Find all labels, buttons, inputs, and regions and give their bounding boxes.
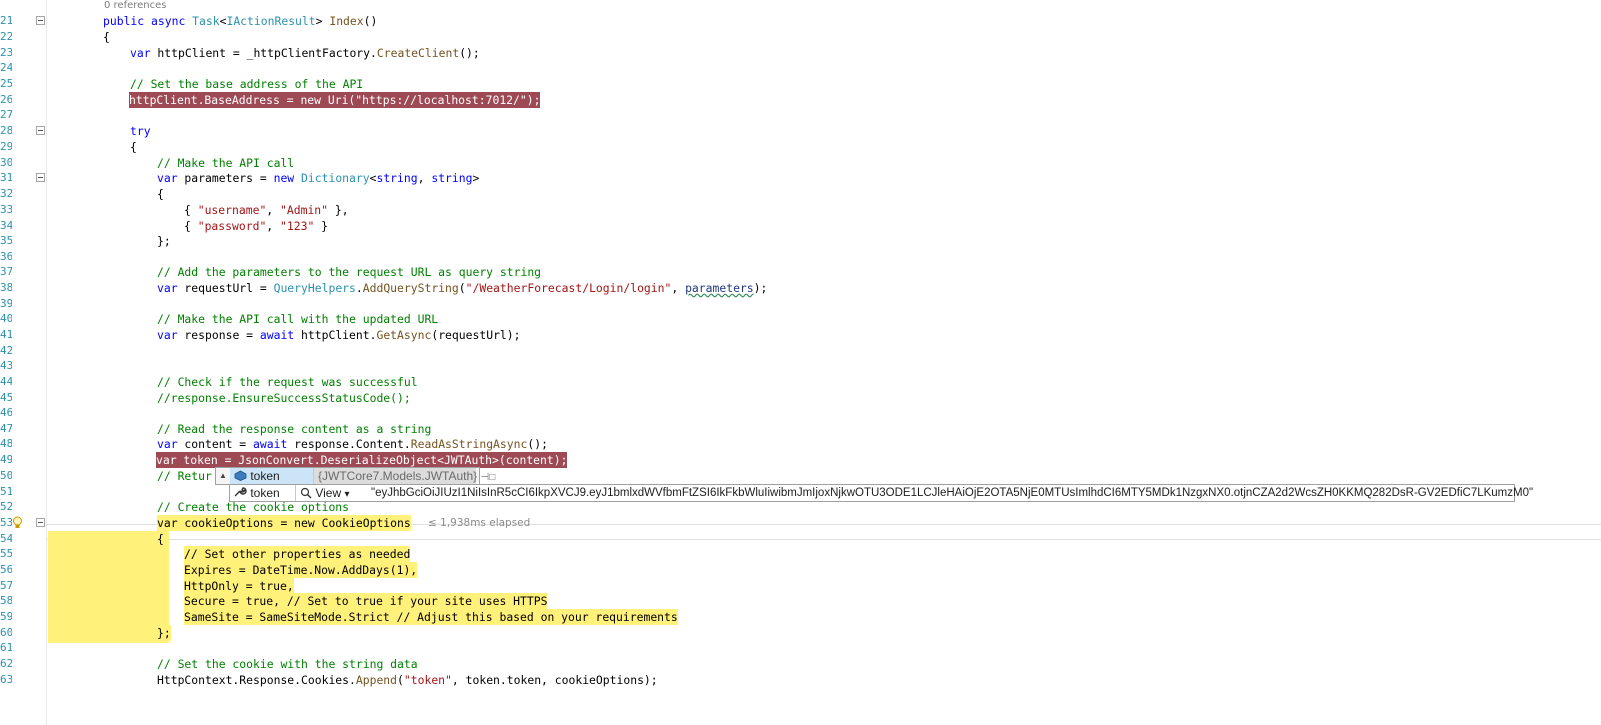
collapse-toggle[interactable]: [36, 126, 45, 135]
code-line-37: // Add the parameters to the request URL…: [157, 265, 542, 279]
code-line-52: var cookieOptions = new CookieOptions: [157, 515, 411, 531]
code-line-34: { "password", "123" }: [184, 219, 329, 233]
line-number: 36: [0, 250, 12, 263]
pin-icon[interactable]: ⊣□: [481, 472, 496, 483]
datatip-row-token-child[interactable]: token View ▾ "eyJhbGciOiJIUzI1NiIsInR5cC…: [229, 484, 1533, 502]
line-number: 56: [0, 563, 12, 576]
line-number: 45: [0, 391, 12, 404]
line-number: 59: [0, 610, 12, 623]
line-number: 46: [0, 406, 12, 419]
wrench-icon: [234, 487, 247, 497]
code-line-54: // Set other properties as needed: [184, 546, 411, 562]
object-icon: [234, 470, 247, 481]
line-number: 26: [0, 93, 12, 106]
chevron-down-icon[interactable]: ▾: [344, 489, 349, 500]
perf-tip-elapsed[interactable]: ≤ 1,938ms elapsed: [428, 517, 530, 529]
code-line-59: };: [157, 625, 171, 641]
code-line-25: // Set the base address of the API: [130, 77, 364, 91]
text-visualizer-view-button[interactable]: View ▾: [300, 485, 350, 501]
datatip-row-token[interactable]: ▲ token {JWTCore7.Models.JWTAuth} ⊣□: [215, 467, 495, 485]
line-number: 21: [0, 14, 12, 27]
line-number: 55: [0, 547, 12, 560]
code-line-31: var parameters = new Dictionary<string, …: [157, 171, 480, 185]
line-number: 35: [0, 234, 12, 247]
code-line-47: // Read the response content as a string: [157, 422, 432, 436]
code-line-45: //response.EnsureSuccessStatusCode();: [157, 391, 411, 405]
lightbulb-icon[interactable]: [12, 516, 23, 530]
collapse-expander-icon[interactable]: ▲: [219, 468, 227, 484]
line-number: 61: [0, 641, 12, 654]
collapse-toggle[interactable]: [36, 16, 45, 25]
code-line-56: HttpOnly = true,: [184, 578, 294, 594]
code-line-28: try: [130, 124, 151, 138]
line-number: 63: [0, 673, 12, 686]
line-number: 41: [0, 328, 12, 341]
code-line-26-breakpoint: httpClient.BaseAddress = new Uri("https:…: [129, 92, 541, 108]
code-line-30: // Make the API call: [157, 156, 295, 170]
line-number: 33: [0, 203, 12, 216]
collapse-toggle[interactable]: [36, 518, 45, 527]
line-number: 38: [0, 281, 12, 294]
line-number: 29: [0, 140, 12, 153]
inline-diff-highlight: [48, 531, 169, 643]
indicator-margin-divider: [46, 0, 47, 725]
code-line-53: {: [157, 531, 164, 547]
code-line-55: Expires = DateTime.Now.AddDays(1),: [184, 562, 418, 578]
code-line-40: // Make the API call with the updated UR…: [157, 312, 439, 326]
line-number: 43: [0, 359, 12, 372]
line-number: 54: [0, 532, 12, 545]
datatip-name: token: [230, 468, 314, 484]
code-line-32: {: [157, 187, 164, 201]
code-line-23: var httpClient = _httpClientFactory.Crea…: [130, 46, 480, 60]
line-number: 42: [0, 344, 12, 357]
line-number: 40: [0, 312, 12, 325]
line-number: 32: [0, 187, 12, 200]
code-line-38: var requestUrl = QueryHelpers.AddQuerySt…: [157, 281, 768, 295]
code-line-61: // Set the cookie with the string data: [157, 657, 418, 671]
line-number: 47: [0, 422, 12, 435]
code-editor[interactable]: 21 22 23 24 25 26 27 28 29 30 31 32 33 34 35 36 37 38 39 40…: [0, 0, 1601, 725]
code-line-41: var response = await httpClient.GetAsync…: [157, 328, 521, 342]
code-line-49-breakpoint: var token = JsonConvert.DeserializeObjec…: [156, 452, 568, 468]
line-number: 24: [0, 61, 12, 74]
code-line-33: { "username", "Admin" },: [184, 203, 349, 217]
line-number: 58: [0, 594, 12, 607]
datatip-child-value: "eyJhbGciOiJIUzI1NiIsInR5cCI6IkpXVCJ9.ey…: [371, 487, 1534, 499]
line-number: 34: [0, 219, 12, 232]
line-number: 62: [0, 657, 12, 670]
code-line-50: // Retur: [157, 469, 212, 483]
line-number: 37: [0, 265, 12, 278]
line-number: 51: [0, 485, 12, 498]
line-number: 60: [0, 626, 12, 639]
line-number: 28: [0, 124, 12, 137]
code-line-62: HttpContext.Response.Cookies.Append("tok…: [157, 673, 658, 687]
code-line-22: {: [103, 30, 110, 44]
line-number: 50: [0, 469, 12, 482]
line-number: 39: [0, 297, 12, 310]
line-number: 48: [0, 437, 12, 450]
code-line-21: public async Task<IActionResult> Index(): [103, 14, 378, 28]
line-number: 31: [0, 171, 12, 184]
code-line-35: };: [157, 234, 171, 248]
codelens-references[interactable]: 0 references: [104, 0, 167, 11]
magnifier-icon: [300, 487, 312, 499]
code-line-48: var content = await response.Content.Rea…: [157, 437, 548, 451]
datatip-child-name: token: [233, 485, 280, 501]
line-number: 27: [0, 108, 12, 121]
line-number: 25: [0, 77, 12, 90]
line-number: 30: [0, 156, 12, 169]
code-line-57: Secure = true, // Set to true if your si…: [184, 593, 548, 609]
code-line-58: SameSite = SameSiteMode.Strict // Adjust…: [184, 609, 678, 625]
line-number: 53: [0, 516, 12, 529]
datatip-value: {JWTCore7.Models.JWTAuth} ⊣□: [314, 468, 495, 484]
line-number: 57: [0, 579, 12, 592]
code-line-29: {: [130, 140, 137, 154]
line-number: 44: [0, 375, 12, 388]
line-number: 22: [0, 30, 12, 43]
code-line-44: // Check if the request was successful: [157, 375, 418, 389]
collapse-toggle[interactable]: [36, 173, 45, 182]
line-number: 23: [0, 46, 12, 59]
line-number: 52: [0, 500, 12, 513]
line-number: 49: [0, 453, 12, 466]
